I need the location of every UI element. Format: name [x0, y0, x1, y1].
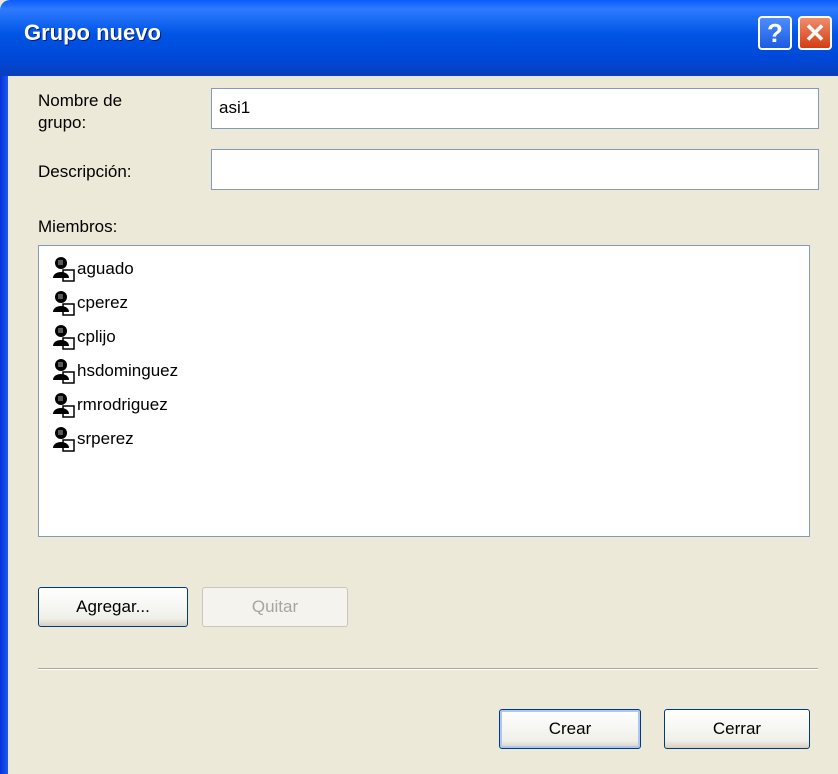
remove-button-label: Quitar [251, 597, 299, 616]
add-button[interactable]: Agregar... [38, 587, 188, 627]
remove-button[interactable]: Quitar [202, 587, 348, 627]
close-button-label: Cerrar [712, 719, 762, 738]
member-name: cperez [77, 293, 129, 312]
member-name: hsdominguez [77, 361, 179, 380]
user-icon [53, 291, 75, 316]
member-name: cplijo [77, 327, 116, 346]
add-button-label: Agregar... [76, 597, 150, 616]
list-item[interactable]: cperez [51, 288, 128, 318]
group-name-label-line1: Nombre de [38, 91, 123, 110]
group-name-label: Nombre de grupo: [38, 90, 122, 134]
help-icon: ? [767, 18, 783, 48]
group-name-label-line2: grupo: [38, 113, 87, 132]
members-list[interactable]: aguado cperez cplijo hsdominguez rmrodriguez… [38, 245, 810, 537]
list-item[interactable]: srperez [51, 424, 134, 454]
group-name-input[interactable]: asi1 [211, 88, 819, 129]
help-button[interactable]: ? [758, 16, 792, 50]
user-icon [53, 427, 75, 452]
description-input[interactable] [211, 149, 819, 190]
list-item[interactable]: aguado [51, 254, 134, 284]
user-icon [53, 257, 75, 282]
member-name: srperez [77, 429, 134, 448]
user-icon [53, 393, 75, 418]
dialog-window: Grupo nuevo ? ✕ Nombre de grupo: asi1 De… [0, 0, 838, 774]
user-icon [53, 359, 75, 384]
window-title: Grupo nuevo [24, 20, 161, 45]
separator [38, 668, 818, 670]
members-label: Miembros: [38, 217, 118, 236]
user-icon [53, 325, 75, 350]
list-item[interactable]: hsdominguez [51, 356, 178, 386]
group-name-value: asi1 [219, 98, 251, 117]
title-bar[interactable]: Grupo nuevo ? ✕ [0, 0, 838, 76]
list-item[interactable]: rmrodriguez [51, 390, 168, 420]
create-button-label: Crear [548, 719, 592, 738]
close-icon: ✕ [804, 18, 826, 48]
window-border [0, 76, 8, 774]
close-window-button[interactable]: ✕ [798, 16, 832, 50]
close-button[interactable]: Cerrar [664, 709, 810, 749]
description-label: Descripción: [38, 162, 132, 181]
create-button[interactable]: Crear [499, 709, 641, 749]
list-item[interactable]: cplijo [51, 322, 116, 352]
member-name: rmrodriguez [77, 395, 168, 414]
member-name: aguado [77, 259, 134, 278]
